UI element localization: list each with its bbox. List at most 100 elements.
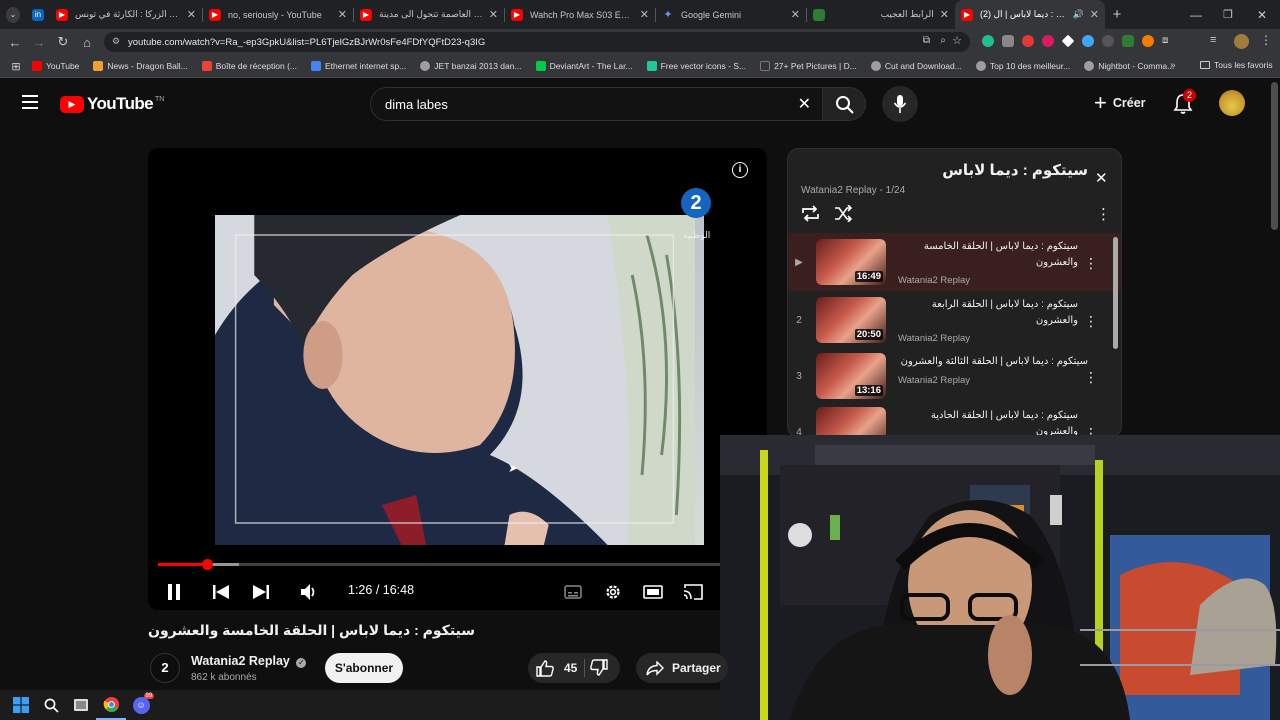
extension-icon[interactable] — [1061, 34, 1075, 48]
search-button[interactable] — [822, 87, 866, 121]
kebab-menu-icon[interactable]: ⋮ — [1260, 33, 1272, 47]
youtube-logo[interactable]: ▶ YouTube TN — [60, 94, 164, 114]
pause-button[interactable] — [162, 580, 186, 604]
address-bar[interactable]: ⚙ youtube.com/watch?v=Ra_-ep3GpkU&list=P… — [104, 32, 970, 52]
task-view-button[interactable] — [66, 690, 96, 720]
playlist-item-active[interactable]: ▶ 16:49 سيتكوم : ديما لاباس | الحلقة الخ… — [788, 233, 1121, 291]
tab-4[interactable]: ✦ Google Gemini ✕ — [656, 0, 806, 29]
taskbar-search-button[interactable] — [36, 690, 66, 720]
hamburger-menu-icon[interactable] — [22, 95, 38, 109]
install-icon[interactable]: ⧉ — [923, 35, 930, 46]
clear-search-icon[interactable]: ✕ — [798, 94, 811, 114]
extension-icon[interactable] — [1002, 35, 1014, 47]
new-tab-button[interactable]: + — [1105, 0, 1129, 29]
voice-search-button[interactable] — [882, 86, 918, 122]
close-icon[interactable]: ✕ — [338, 8, 347, 21]
restore-button[interactable]: ❐ — [1212, 0, 1244, 29]
home-button[interactable]: ⌂ — [75, 35, 99, 50]
channel-name-link[interactable]: Watania2 Replay ✓ — [191, 654, 307, 668]
extension-icon[interactable] — [1142, 35, 1154, 47]
bookmark-item[interactable]: JET banzai 2013 dan... — [420, 61, 522, 71]
progress-bar[interactable] — [158, 559, 720, 570]
site-info-icon[interactable]: ⚙ — [112, 36, 120, 47]
settings-button[interactable] — [601, 580, 625, 604]
extension-icon[interactable] — [1122, 35, 1134, 47]
account-avatar[interactable] — [1219, 90, 1245, 116]
tab-linkedin[interactable]: in — [26, 0, 50, 29]
bookmark-item[interactable]: News - Dragon Ball... — [93, 61, 188, 71]
media-control-icon[interactable]: ≡ — [1210, 34, 1216, 46]
bookmark-item[interactable]: Ethernet internet sp... — [311, 61, 406, 71]
extension-icon[interactable] — [1082, 35, 1094, 47]
subtitles-button[interactable] — [561, 580, 585, 604]
extension-icon[interactable] — [982, 35, 994, 47]
search-input[interactable]: dima labes ✕ — [370, 87, 824, 121]
channel-avatar[interactable]: 2 — [150, 653, 180, 683]
kebab-menu-icon[interactable]: ⋮ — [1084, 255, 1098, 272]
close-icon[interactable]: ✕ — [791, 8, 800, 21]
playlist-more-icon[interactable]: ⋮ — [1096, 205, 1111, 223]
reload-button[interactable]: ↻ — [51, 34, 75, 50]
forward-button[interactable]: → — [27, 35, 51, 50]
minimize-button[interactable]: — — [1180, 0, 1212, 29]
playlist-item[interactable]: 3 13:16 سيتكوم : ديما لاباس | الحلقة الث… — [788, 349, 1121, 401]
extension-icon[interactable] — [1102, 35, 1114, 47]
zoom-icon[interactable]: ⌕ — [940, 35, 946, 46]
close-playlist-button[interactable]: ✕ — [1095, 169, 1108, 187]
shuffle-button[interactable] — [834, 204, 853, 227]
next-button[interactable] — [249, 580, 273, 604]
close-icon[interactable]: ✕ — [640, 8, 649, 21]
playlist-item[interactable]: 4 سيتكوم : ديما لاباس | الحلقة الحادية و… — [788, 403, 1121, 437]
tab-5[interactable]: الرابط العجيب ✕ — [807, 0, 955, 29]
create-button[interactable]: + Créer — [1094, 92, 1146, 114]
like-button[interactable]: 45 — [528, 653, 584, 683]
progress-scrubber[interactable] — [202, 559, 214, 570]
start-button[interactable] — [6, 690, 36, 720]
previous-button[interactable] — [209, 580, 233, 604]
close-icon[interactable]: ✕ — [1090, 8, 1099, 21]
bookmark-item[interactable]: Cut and Download... — [870, 61, 962, 71]
notifications-button[interactable]: 2 — [1173, 89, 1196, 120]
cast-button[interactable] — [681, 580, 705, 604]
video-player[interactable]: i 2 الوطنية ➤ 1:26 / 16:48 — [148, 148, 767, 610]
page-scrollbar[interactable] — [1271, 82, 1278, 230]
tab-1[interactable]: ▶ no, seriously - YouTube ✕ — [203, 0, 353, 29]
bookmark-item[interactable]: DeviantArt - The Lar... — [535, 61, 633, 71]
share-button[interactable]: Partager — [636, 653, 728, 683]
discord-taskbar-button[interactable]: ☺ 99 — [126, 690, 156, 720]
bookmark-item[interactable]: Top 10 des meilleur... — [975, 61, 1070, 71]
window-close-button[interactable]: ✕ — [1244, 0, 1280, 29]
info-icon[interactable]: i — [732, 162, 748, 178]
tab-active[interactable]: ▶ (2) سيتكوم : ديما لاباس | ال 🔊 ✕ — [955, 0, 1105, 29]
bookmark-item[interactable]: Boîte de réception (... — [201, 61, 297, 71]
back-button[interactable]: ← — [3, 35, 27, 50]
all-bookmarks-button[interactable]: Tous les favoris — [1200, 60, 1273, 70]
close-icon[interactable]: ✕ — [489, 8, 498, 21]
close-icon[interactable]: ✕ — [187, 8, 196, 21]
chrome-taskbar-button[interactable] — [96, 690, 126, 720]
close-icon[interactable]: ✕ — [940, 8, 949, 21]
subscribe-button[interactable]: S'abonner — [325, 653, 403, 683]
playlist-item[interactable]: 2 20:50 سيتكوم : ديما لاباس | الحلقة الر… — [788, 291, 1121, 349]
tab-search-button[interactable]: ⌄ — [0, 0, 26, 29]
bookmark-item[interactable]: 27+ Pet Pictures | D... — [760, 61, 857, 71]
puzzle-icon[interactable]: ⧈ — [1162, 35, 1174, 47]
extension-icon[interactable] — [1022, 35, 1034, 47]
extension-icon[interactable] — [1042, 35, 1054, 47]
volume-button[interactable] — [298, 580, 322, 604]
loop-button[interactable] — [801, 205, 820, 227]
speaker-icon[interactable]: 🔊 — [1073, 9, 1084, 20]
bookmark-star-icon[interactable]: ☆ — [952, 34, 962, 47]
dislike-button[interactable] — [590, 659, 608, 681]
theater-mode-button[interactable] — [641, 580, 665, 604]
bookmark-item[interactable]: Free vector icons - S... — [646, 61, 746, 71]
apps-grid-icon[interactable]: ⊞ — [0, 60, 32, 73]
bookmark-item[interactable]: YouTube — [32, 61, 79, 71]
kebab-menu-icon[interactable]: ⋮ — [1084, 369, 1098, 386]
playlist-scrollbar[interactable] — [1113, 237, 1118, 349]
bookmark-item[interactable]: Nightbot - Comma... — [1084, 61, 1174, 71]
tab-0[interactable]: ▶ مخدر الزركا : الكارثة في تونس ✕ — [50, 0, 202, 29]
chevron-right-icon[interactable]: » — [1170, 60, 1176, 71]
kebab-menu-icon[interactable]: ⋮ — [1084, 313, 1098, 330]
tab-3[interactable]: ▶ Wahch Pro Max S03 Episode ✕ — [505, 0, 655, 29]
